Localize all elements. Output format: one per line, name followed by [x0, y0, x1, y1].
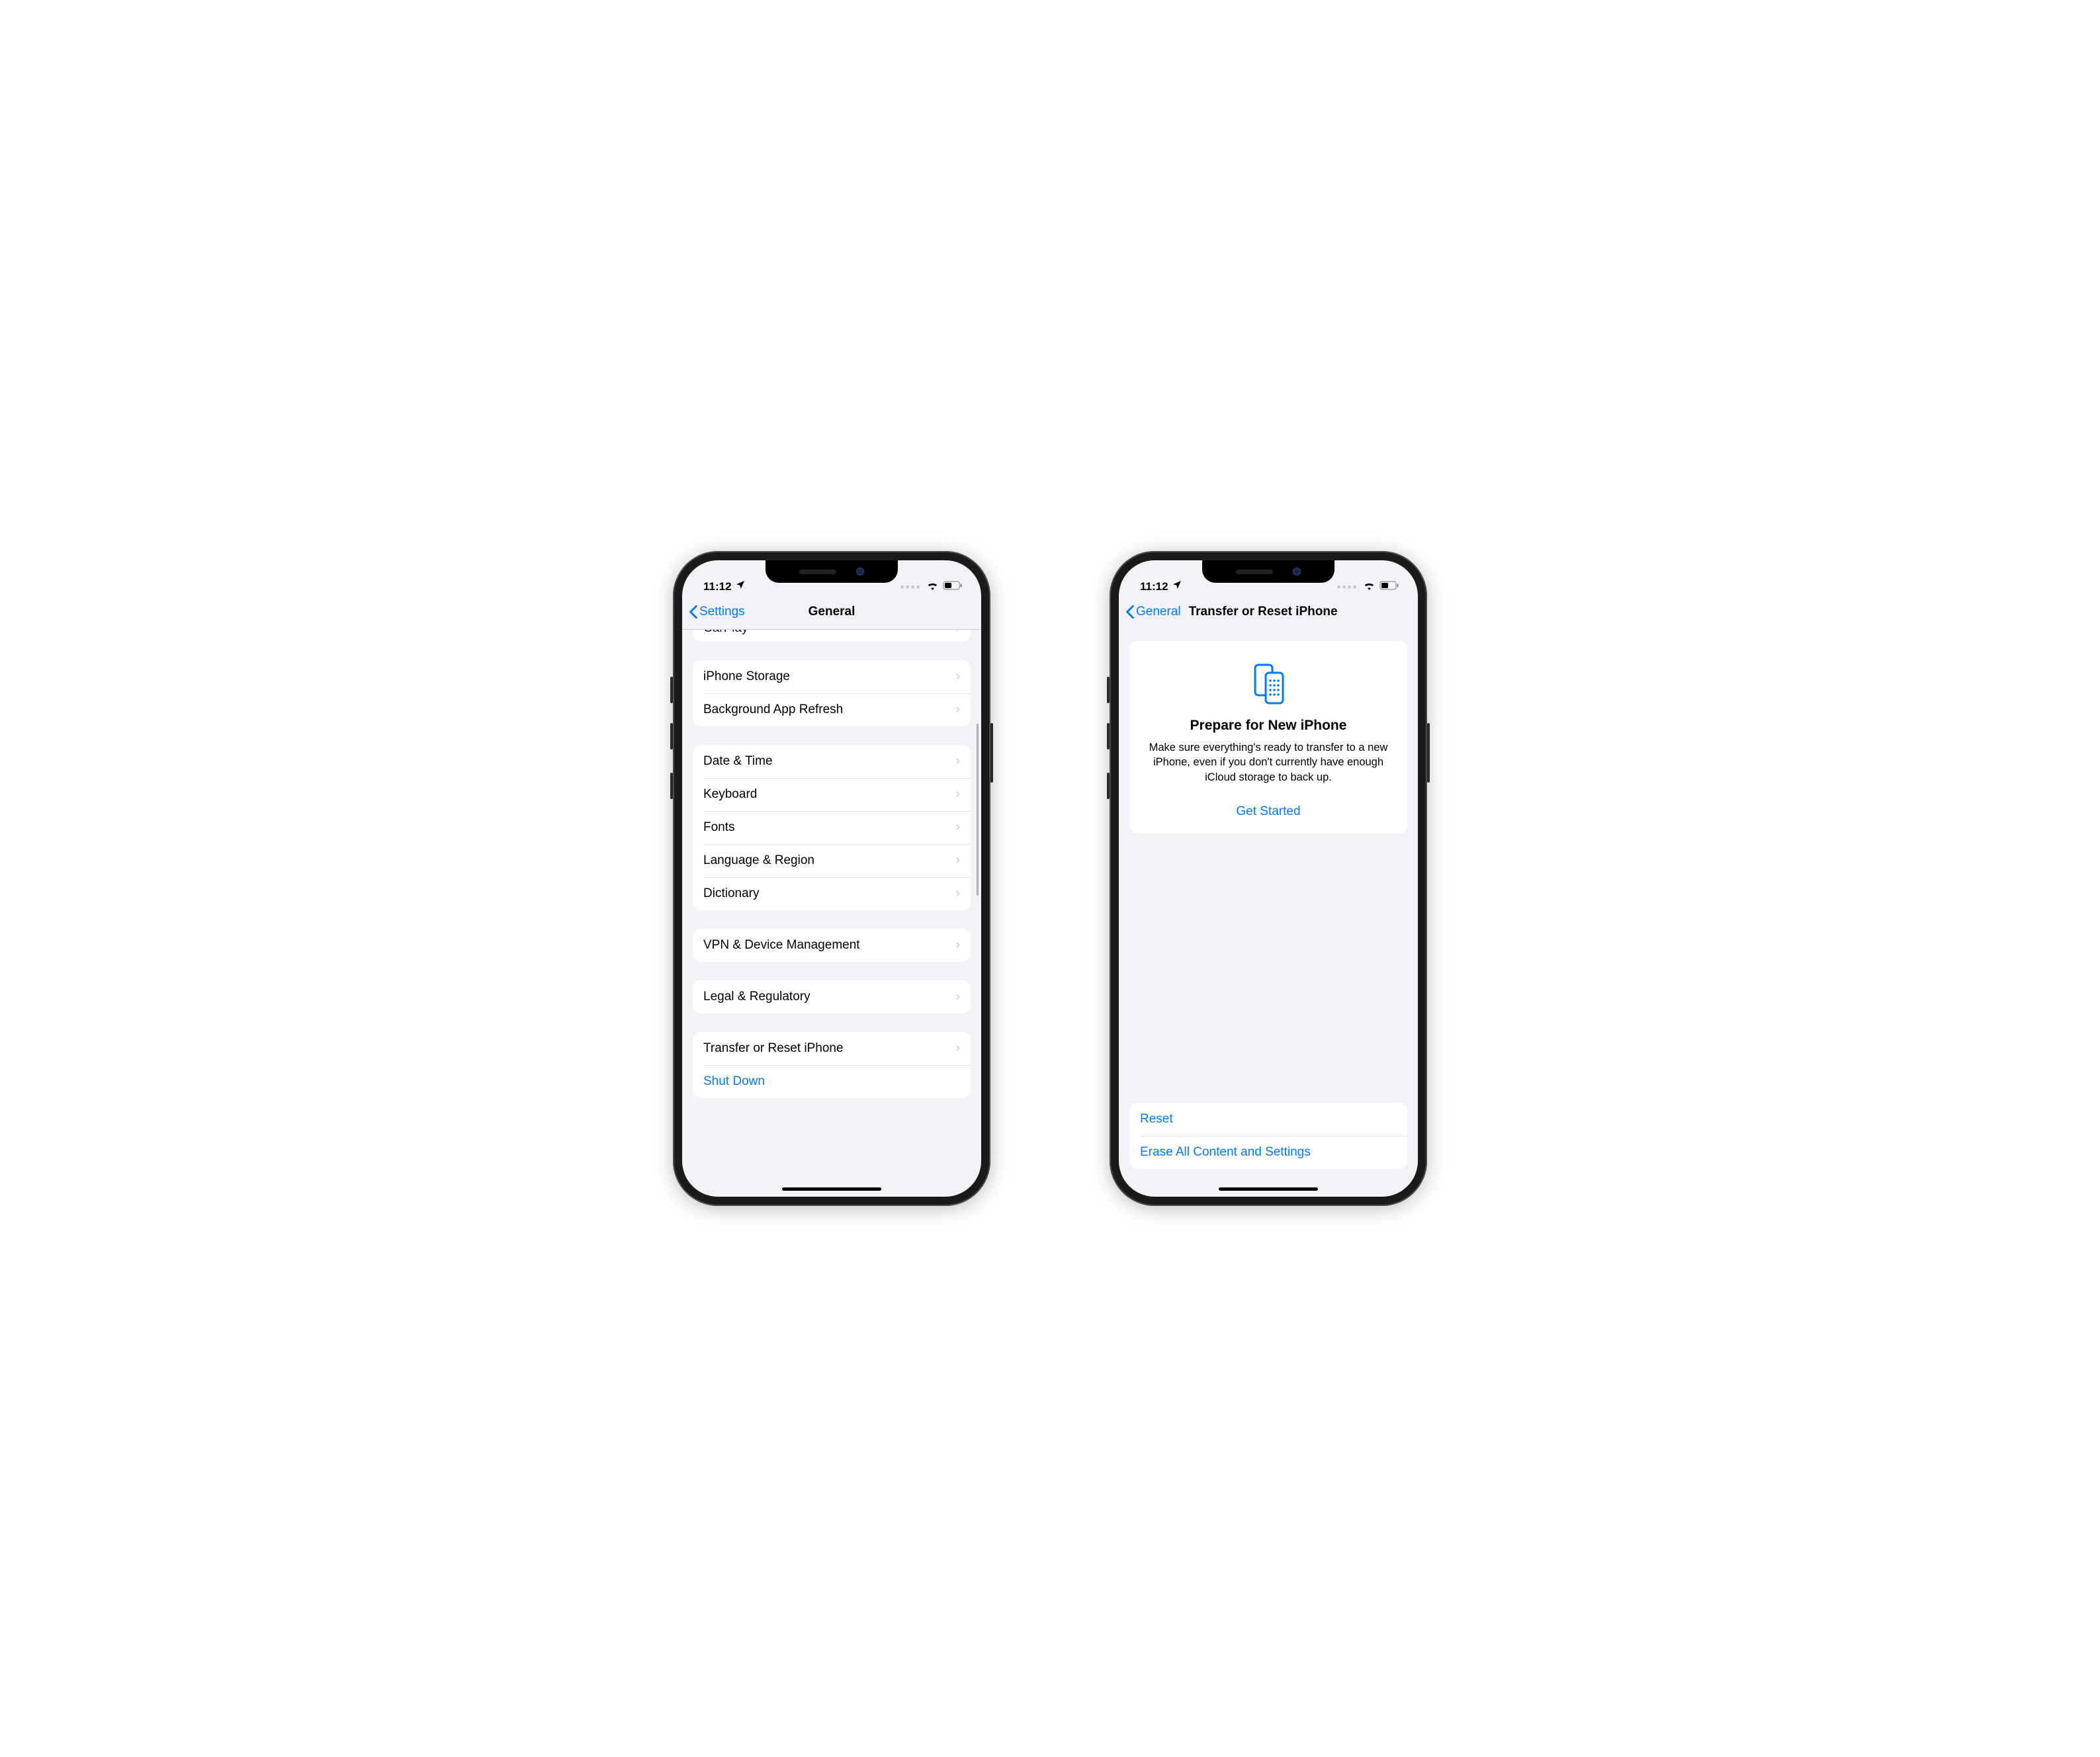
row-label: Erase All Content and Settings: [1140, 1145, 1311, 1160]
group-peek: CarPlay ›: [693, 630, 971, 642]
home-indicator[interactable]: [782, 1187, 881, 1191]
notch: [766, 560, 898, 583]
group-reset-actions: Reset Erase All Content and Settings: [1129, 1103, 1407, 1169]
row-keyboard[interactable]: Keyboard ›: [693, 778, 971, 811]
group-locale: Date & Time › Keyboard › Fonts › Languag…: [693, 745, 971, 910]
row-shut-down[interactable]: Shut Down: [693, 1065, 971, 1098]
wifi-icon: [926, 580, 939, 593]
row-iphone-storage[interactable]: iPhone Storage ›: [693, 660, 971, 693]
row-legal-regulatory[interactable]: Legal & Regulatory ›: [693, 980, 971, 1013]
nav-title: General: [809, 605, 855, 619]
location-icon: [735, 579, 746, 593]
row-reset[interactable]: Reset: [1129, 1103, 1407, 1136]
row-transfer-or-reset[interactable]: Transfer or Reset iPhone ›: [693, 1032, 971, 1065]
chevron-right-icon: ›: [956, 820, 960, 835]
hero-heading: Prepare for New iPhone: [1145, 718, 1391, 734]
row-dictionary[interactable]: Dictionary ›: [693, 877, 971, 910]
chevron-right-icon: ›: [956, 630, 960, 636]
back-button[interactable]: Settings: [689, 605, 745, 619]
chevron-right-icon: ›: [956, 754, 960, 769]
row-label: VPN & Device Management: [703, 938, 860, 953]
row-fonts[interactable]: Fonts ›: [693, 811, 971, 844]
row-label: Keyboard: [703, 787, 757, 802]
page-dots-icon: [900, 585, 920, 589]
prepare-hero-card: Prepare for New iPhone Make sure everyth…: [1129, 641, 1407, 834]
row-label: Dictionary: [703, 886, 759, 901]
hero-body: Make sure everything's ready to transfer…: [1145, 740, 1391, 785]
settings-content[interactable]: CarPlay › iPhone Storage › Background Ap…: [682, 630, 981, 1197]
nav-bar: General Transfer or Reset iPhone: [1119, 595, 1418, 629]
phone-mock-right: 11:12 General Transfer or Reset iPh: [1110, 551, 1427, 1206]
page-dots-icon: [1337, 585, 1356, 589]
group-vpn: VPN & Device Management ›: [693, 929, 971, 962]
row-vpn-device-management[interactable]: VPN & Device Management ›: [693, 929, 971, 962]
row-erase-all[interactable]: Erase All Content and Settings: [1129, 1136, 1407, 1169]
chevron-right-icon: ›: [956, 1041, 960, 1056]
row-label: Fonts: [703, 820, 735, 835]
location-icon: [1172, 579, 1182, 593]
row-label: Legal & Regulatory: [703, 990, 810, 1004]
devices-icon: [1246, 661, 1291, 706]
wifi-icon: [1363, 580, 1376, 593]
row-label: iPhone Storage: [703, 669, 790, 684]
chevron-right-icon: ›: [956, 703, 960, 717]
chevron-left-icon: [1125, 605, 1135, 619]
chevron-right-icon: ›: [956, 787, 960, 802]
notch: [1202, 560, 1334, 583]
battery-icon: [1379, 580, 1399, 593]
get-started-button[interactable]: Get Started: [1145, 804, 1391, 819]
phone-mock-left: 11:12 Settings General: [673, 551, 990, 1206]
row-carplay[interactable]: CarPlay ›: [693, 630, 971, 642]
row-language-region[interactable]: Language & Region ›: [693, 844, 971, 877]
group-storage: iPhone Storage › Background App Refresh …: [693, 660, 971, 726]
chevron-right-icon: ›: [956, 938, 960, 953]
row-label: Language & Region: [703, 853, 814, 868]
home-indicator[interactable]: [1219, 1187, 1318, 1191]
row-date-time[interactable]: Date & Time ›: [693, 745, 971, 778]
back-label: General: [1136, 605, 1181, 619]
transfer-content: Prepare for New iPhone Make sure everyth…: [1119, 629, 1418, 1197]
row-label: CarPlay: [703, 630, 748, 636]
battery-icon: [943, 580, 963, 593]
back-button[interactable]: General: [1125, 605, 1181, 619]
speaker-grille: [1236, 570, 1273, 574]
status-time: 11:12: [1140, 580, 1168, 593]
status-time: 11:12: [703, 580, 732, 593]
front-camera: [1293, 568, 1301, 576]
group-reset: Transfer or Reset iPhone › Shut Down: [693, 1032, 971, 1098]
back-label: Settings: [699, 605, 745, 619]
row-label: Reset: [1140, 1112, 1173, 1127]
chevron-right-icon: ›: [956, 853, 960, 868]
nav-title: Transfer or Reset iPhone: [1189, 605, 1338, 619]
speaker-grille: [799, 570, 836, 574]
chevron-right-icon: ›: [956, 886, 960, 901]
chevron-right-icon: ›: [956, 990, 960, 1004]
group-legal: Legal & Regulatory ›: [693, 980, 971, 1013]
row-label: Date & Time: [703, 754, 773, 769]
row-background-app-refresh[interactable]: Background App Refresh ›: [693, 693, 971, 726]
chevron-left-icon: [689, 605, 698, 619]
scrollbar[interactable]: [977, 724, 979, 896]
row-label: Shut Down: [703, 1074, 765, 1089]
screen: 11:12 General Transfer or Reset iPh: [1119, 560, 1418, 1197]
front-camera: [856, 568, 864, 576]
chevron-right-icon: ›: [956, 669, 960, 684]
row-label: Background App Refresh: [703, 703, 843, 717]
row-label: Transfer or Reset iPhone: [703, 1041, 844, 1056]
screen: 11:12 Settings General: [682, 560, 981, 1197]
nav-bar: Settings General: [682, 595, 981, 630]
